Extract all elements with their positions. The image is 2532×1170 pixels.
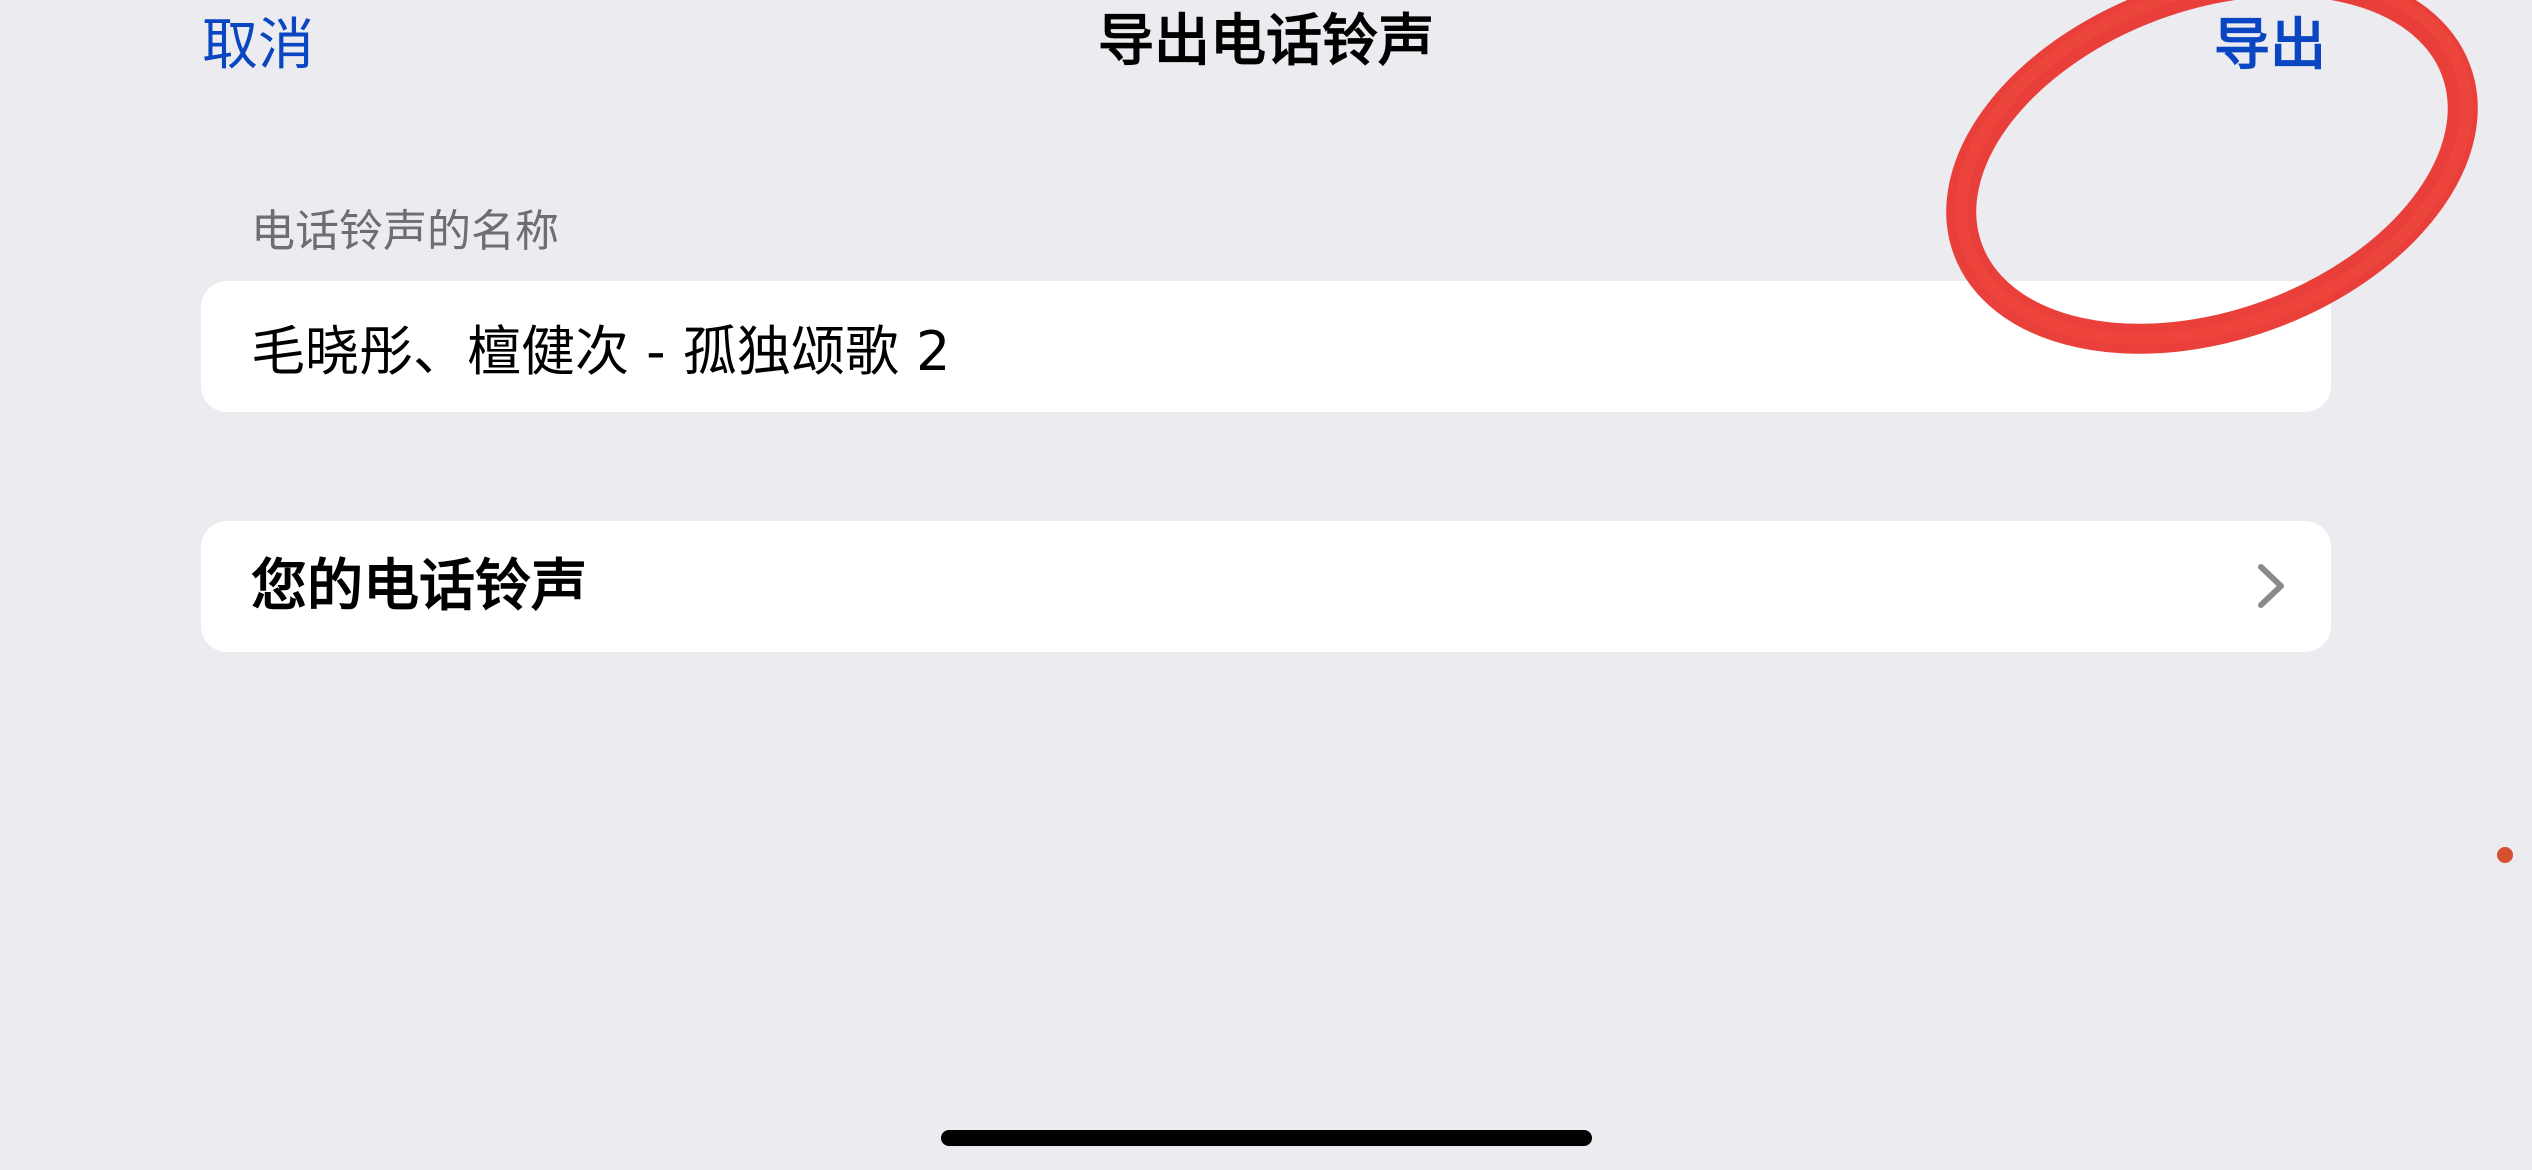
your-ringtones-row[interactable]: 您的电话铃声	[201, 521, 2331, 652]
navigation-bar: 取消 导出电话铃声 导出	[0, 0, 2532, 100]
red-dot-mark	[2497, 847, 2513, 863]
your-ringtones-label: 您的电话铃声	[251, 554, 587, 619]
export-button[interactable]: 导出	[2214, 8, 2326, 84]
page-title: 导出电话铃声	[1098, 9, 1434, 74]
section-header: 电话铃声的名称	[251, 206, 559, 257]
home-indicator[interactable]	[941, 1130, 1592, 1146]
chevron-right-icon	[2258, 564, 2284, 608]
ringtone-name-card	[201, 281, 2331, 412]
ringtone-name-field[interactable]	[251, 281, 2281, 412]
